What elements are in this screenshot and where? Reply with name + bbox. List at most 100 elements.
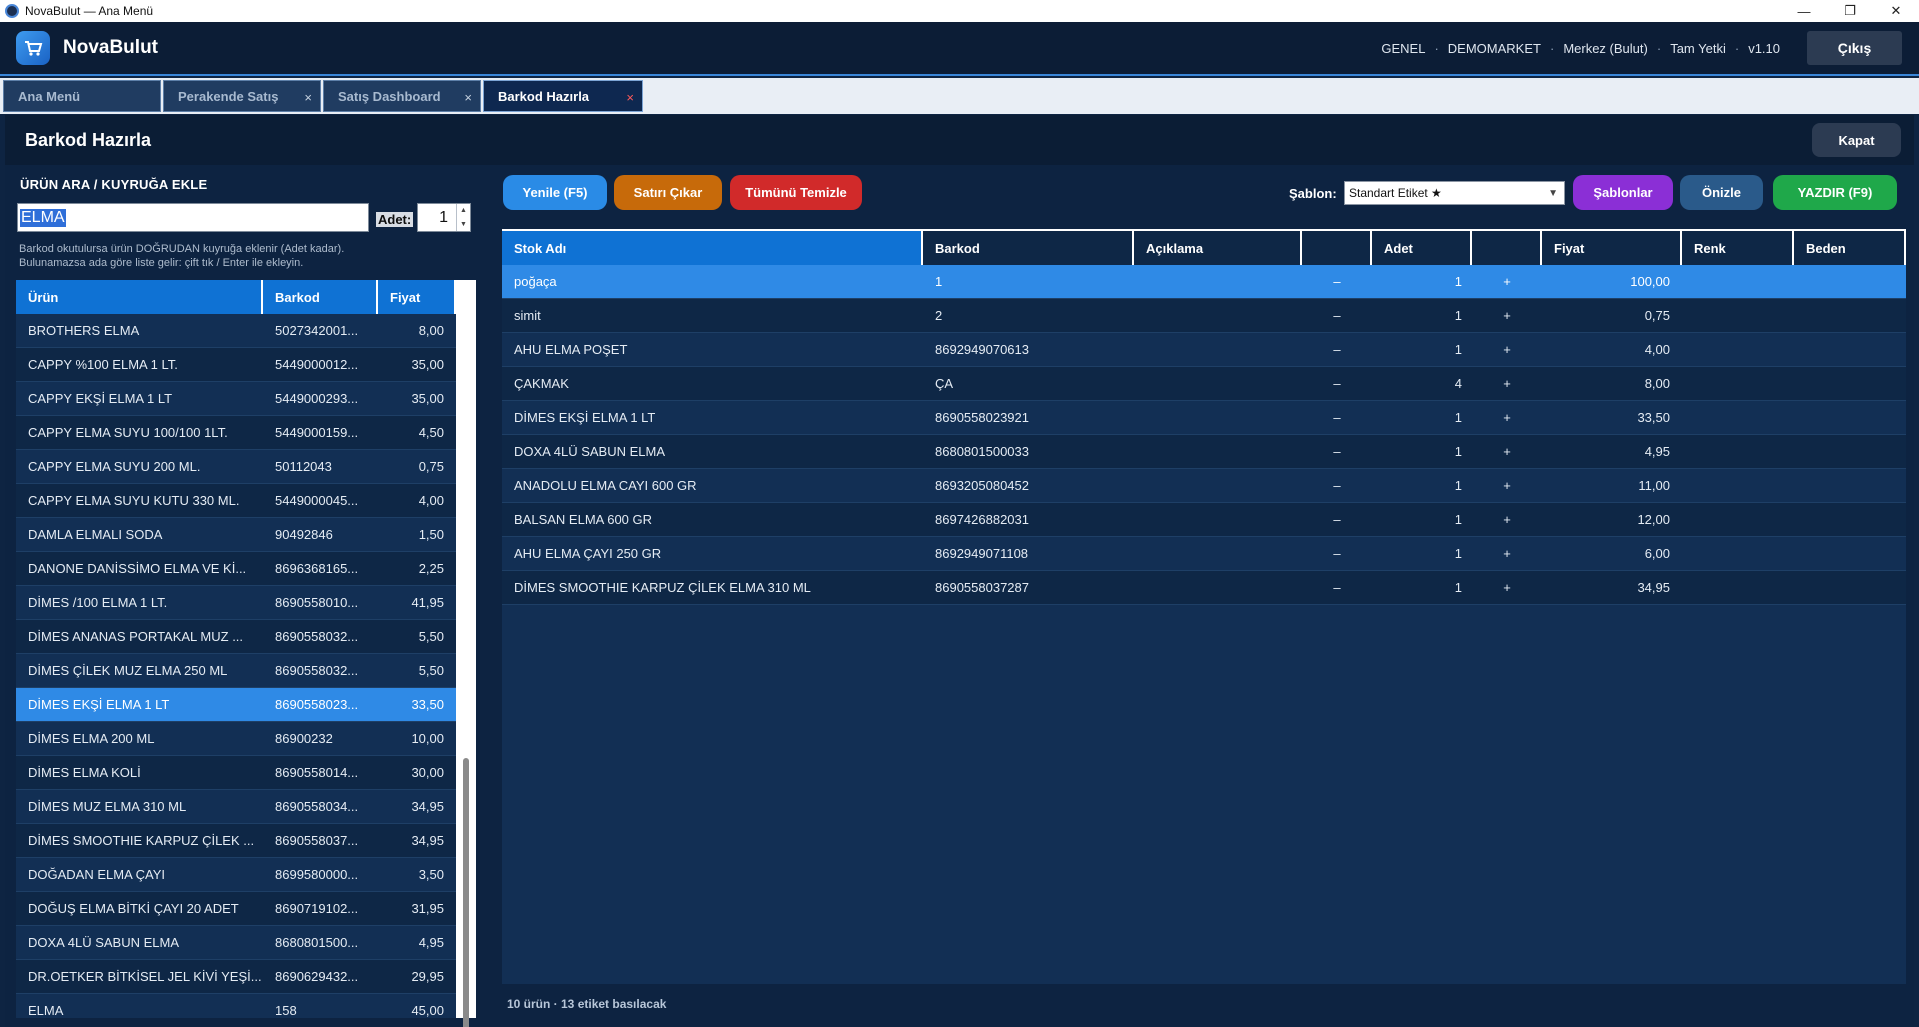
templates-button[interactable]: Şablonlar [1573, 175, 1673, 210]
queue-quantity[interactable]: 1 [1372, 299, 1472, 332]
increase-qty-button[interactable]: + [1472, 367, 1542, 400]
qty-stepper[interactable]: 1 ▲ ▼ [417, 203, 471, 232]
queue-size[interactable] [1794, 571, 1906, 604]
column-header-price[interactable]: Fiyat [378, 280, 456, 314]
queue-quantity[interactable]: 1 [1372, 503, 1472, 536]
queue-description[interactable] [1134, 333, 1302, 366]
decrease-qty-button[interactable]: – [1302, 435, 1372, 468]
increase-qty-button[interactable]: + [1472, 503, 1542, 536]
queue-description[interactable] [1134, 265, 1302, 298]
decrease-qty-button[interactable]: – [1302, 571, 1372, 604]
queue-row[interactable]: DİMES SMOOTHIE KARPUZ ÇİLEK ELMA 310 ML 8… [502, 571, 1906, 605]
search-input[interactable]: ELMA [17, 203, 369, 232]
increase-qty-button[interactable]: + [1472, 333, 1542, 366]
queue-quantity[interactable]: 1 [1372, 469, 1472, 502]
queue-row[interactable]: BALSAN ELMA 600 GR 8697426882031 –1 +12,00 [502, 503, 1906, 537]
spin-down-icon[interactable]: ▼ [457, 218, 470, 232]
tab-close-icon[interactable]: × [464, 90, 472, 105]
increase-qty-button[interactable]: + [1472, 265, 1542, 298]
product-row[interactable]: DOĞADAN ELMA ÇAYI 8699580000... 3,50 [16, 858, 456, 892]
queue-row[interactable]: ÇAKMAK ÇA –4 +8,00 [502, 367, 1906, 401]
tab-close-icon[interactable]: × [626, 90, 634, 105]
column-header-size[interactable]: Beden [1794, 231, 1906, 265]
decrease-qty-button[interactable]: – [1302, 265, 1372, 298]
queue-color[interactable] [1682, 537, 1794, 570]
queue-color[interactable] [1682, 401, 1794, 434]
refresh-button[interactable]: Yenile (F5) [503, 175, 607, 210]
product-row[interactable]: CAPPY ELMA SUYU 200 ML. 50112043 0,75 [16, 450, 456, 484]
product-row[interactable]: DOXA 4LÜ SABUN ELMA 8680801500... 4,95 [16, 926, 456, 960]
queue-size[interactable] [1794, 299, 1906, 332]
increase-qty-button[interactable]: + [1472, 435, 1542, 468]
spin-up-icon[interactable]: ▲ [457, 204, 470, 218]
print-button[interactable]: YAZDIR (F9) [1773, 175, 1897, 210]
queue-size[interactable] [1794, 265, 1906, 298]
column-header-color[interactable]: Renk [1682, 231, 1794, 265]
queue-size[interactable] [1794, 333, 1906, 366]
product-row[interactable]: DAMLA ELMALI SODA 90492846 1,50 [16, 518, 456, 552]
close-window-icon[interactable]: ✕ [1873, 0, 1919, 22]
logout-button[interactable]: Çıkış [1807, 31, 1902, 65]
scrollbar-thumb[interactable] [463, 758, 469, 1027]
queue-size[interactable] [1794, 367, 1906, 400]
product-row[interactable]: DR.OETKER BİTKİSEL JEL KİVİ YEŞİ... 86906… [16, 960, 456, 994]
queue-quantity[interactable]: 4 [1372, 367, 1472, 400]
remove-row-button[interactable]: Satırı Çıkar [614, 175, 722, 210]
product-row[interactable]: DİMES EKŞİ ELMA 1 LT 8690558023... 33,50 [16, 688, 456, 722]
product-list-scrollbar[interactable] [456, 280, 476, 1027]
maximize-icon[interactable]: ❐ [1827, 0, 1873, 22]
product-row[interactable]: DİMES ANANAS PORTAKAL MUZ ... 8690558032.… [16, 620, 456, 654]
decrease-qty-button[interactable]: – [1302, 469, 1372, 502]
column-header-product[interactable]: Ürün [16, 280, 263, 314]
minimize-icon[interactable]: — [1781, 0, 1827, 22]
queue-color[interactable] [1682, 469, 1794, 502]
queue-row[interactable]: DİMES EKŞİ ELMA 1 LT 8690558023921 –1 +33,5… [502, 401, 1906, 435]
product-row[interactable]: DİMES /100 ELMA 1 LT. 8690558010... 41,95 [16, 586, 456, 620]
queue-description[interactable] [1134, 571, 1302, 604]
queue-size[interactable] [1794, 537, 1906, 570]
product-row[interactable]: CAPPY %100 ELMA 1 LT. 5449000012... 35,00 [16, 348, 456, 382]
queue-color[interactable] [1682, 333, 1794, 366]
tab-main-menu[interactable]: Ana Menü [3, 80, 161, 112]
column-header-description[interactable]: Açıklama [1134, 231, 1302, 265]
queue-quantity[interactable]: 1 [1372, 401, 1472, 434]
queue-color[interactable] [1682, 571, 1794, 604]
decrease-qty-button[interactable]: – [1302, 299, 1372, 332]
tab-sales-dashboard[interactable]: Satış Dashboard × [323, 80, 481, 112]
increase-qty-button[interactable]: + [1472, 469, 1542, 502]
product-row[interactable]: DİMES ELMA KOLİ 8690558014... 30,00 [16, 756, 456, 790]
queue-size[interactable] [1794, 469, 1906, 502]
product-row[interactable]: DOĞUŞ ELMA BİTKİ ÇAYI 20 ADET 8690719102.… [16, 892, 456, 926]
queue-description[interactable] [1134, 469, 1302, 502]
column-header-barcode[interactable]: Barkod [263, 280, 378, 314]
product-row[interactable]: ELMA 158 45,00 [16, 994, 456, 1018]
column-header-price[interactable]: Fiyat [1542, 231, 1682, 265]
queue-size[interactable] [1794, 401, 1906, 434]
decrease-qty-button[interactable]: – [1302, 333, 1372, 366]
preview-button[interactable]: Önizle [1680, 175, 1763, 210]
queue-description[interactable] [1134, 435, 1302, 468]
increase-qty-button[interactable]: + [1472, 299, 1542, 332]
queue-description[interactable] [1134, 367, 1302, 400]
clear-all-button[interactable]: Tümünü Temizle [730, 175, 862, 210]
product-row[interactable]: DİMES ÇİLEK MUZ ELMA 250 ML 8690558032...… [16, 654, 456, 688]
queue-description[interactable] [1134, 503, 1302, 536]
queue-description[interactable] [1134, 299, 1302, 332]
product-row[interactable]: DANONE DANİSSİMO ELMA VE Kİ... 8696368165… [16, 552, 456, 586]
product-row[interactable]: BROTHERS ELMA 5027342001... 8,00 [16, 314, 456, 348]
close-page-button[interactable]: Kapat [1812, 123, 1901, 157]
decrease-qty-button[interactable]: – [1302, 503, 1372, 536]
queue-color[interactable] [1682, 299, 1794, 332]
queue-row[interactable]: AHU ELMA ÇAYI 250 GR 8692949071108 –1 +6,00 [502, 537, 1906, 571]
queue-color[interactable] [1682, 367, 1794, 400]
queue-description[interactable] [1134, 537, 1302, 570]
queue-description[interactable] [1134, 401, 1302, 434]
tab-close-icon[interactable]: × [304, 90, 312, 105]
column-header-barcode[interactable]: Barkod [923, 231, 1134, 265]
decrease-qty-button[interactable]: – [1302, 367, 1372, 400]
product-row[interactable]: DİMES MUZ ELMA 310 ML 8690558034... 34,95 [16, 790, 456, 824]
queue-size[interactable] [1794, 503, 1906, 536]
tab-barcode-prepare[interactable]: Barkod Hazırla × [483, 80, 643, 112]
queue-color[interactable] [1682, 435, 1794, 468]
queue-row[interactable]: poğaça 1–1 +100,00 [502, 265, 1906, 299]
